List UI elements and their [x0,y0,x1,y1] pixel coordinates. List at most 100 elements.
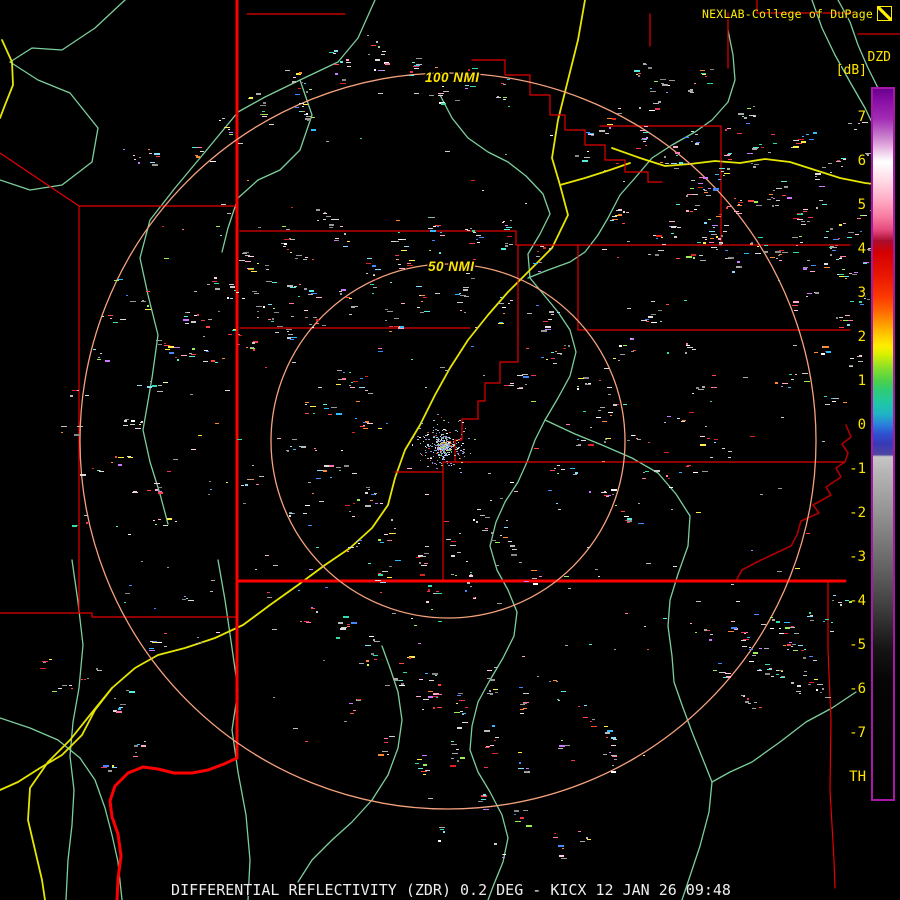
radar-echo [470,574,472,575]
radar-echo [147,490,151,491]
radar-echo [149,650,155,651]
radar-echo [436,439,437,440]
radar-echo [435,447,436,448]
radar-echo [676,258,680,259]
radar-echo [655,254,659,256]
radar-echo [139,424,141,425]
radar-echo [764,648,769,649]
radar-echo [273,697,275,698]
radar-echo [502,857,505,858]
radar-echo [497,603,502,604]
radar-echo [453,445,455,446]
radar-echo [867,249,870,250]
radar-echo [375,279,377,280]
radar-echo [462,422,464,423]
radar-echo [784,186,788,188]
radar-echo [425,450,426,451]
radar-echo [219,120,221,121]
radar-echo [456,440,458,441]
radar-echo [305,505,310,506]
radar-echo [290,287,296,288]
radar-echo [239,335,242,336]
radar-echo [693,472,698,473]
radar-echo [378,574,383,576]
radar-echo [480,515,485,516]
radar-echo [778,488,782,489]
radar-echo [269,124,274,125]
radar-echo [164,633,167,634]
radar-echo [791,626,794,627]
radar-echo [437,439,439,440]
radar-echo [374,659,377,660]
radar-echo [251,271,257,272]
radar-echo [845,315,850,316]
radar-echo [301,446,306,448]
radar-echo [203,361,208,362]
radar-echo [700,70,705,71]
radar-echo [250,348,255,349]
radar-echo [441,440,443,441]
radar-echo [421,301,423,302]
radar-echo [460,310,462,311]
radar-echo [500,535,502,536]
radar-echo [498,323,504,324]
radar-echo [503,99,506,100]
radar-echo [631,435,635,436]
radar-echo [442,434,444,435]
radar-echo [490,745,494,746]
radar-echo [728,451,732,452]
radar-echo [433,427,434,428]
radar-echo [803,211,807,212]
radar-echo [713,670,717,671]
radar-echo [452,439,453,440]
colorbar-tick-label: 3 [857,285,866,301]
radar-echo [209,481,211,482]
radar-echo [830,172,832,173]
radar-echo [611,745,616,746]
radar-echo [556,681,558,682]
radar-echo [721,235,723,237]
radar-echo [557,353,562,354]
radar-echo [721,171,724,172]
radar-echo [787,644,791,646]
radar-echo [592,719,595,720]
radar-echo [290,252,292,253]
radar-echo [809,656,813,657]
radar-echo [286,329,292,330]
radar-echo [412,444,413,445]
radar-echo [843,223,846,224]
radar-echo [150,162,155,163]
radar-echo [690,623,692,624]
radar-echo [359,387,365,388]
radar-echo [654,81,658,82]
radar-echo [646,137,648,138]
radar-echo [643,63,646,65]
radar-echo [607,730,613,732]
colorbar-tick-label: -2 [849,505,866,521]
radar-echo [641,139,644,140]
radar-echo [650,88,652,89]
map-line [0,0,126,191]
radar-echo [809,682,814,683]
radar-echo [494,843,497,845]
radar-echo [460,711,463,712]
radar-echo [438,438,439,439]
radar-echo [431,446,432,447]
radar-echo [154,608,156,609]
colorbar-tick-label: 1 [857,373,866,389]
radar-echo [719,168,725,169]
radar-echo [289,238,291,239]
radar-echo [40,668,46,669]
radar-echo [277,326,283,327]
radar-echo [664,156,666,158]
radar-echo [374,493,377,494]
radar-echo [553,680,557,681]
radar-echo [380,592,382,593]
radar-echo [687,347,693,348]
radar-echo [304,83,306,84]
radar-echo [325,587,328,588]
radar-echo [430,458,432,459]
radar-echo [167,567,169,568]
radar-echo [428,589,430,591]
radar-echo [449,448,451,449]
